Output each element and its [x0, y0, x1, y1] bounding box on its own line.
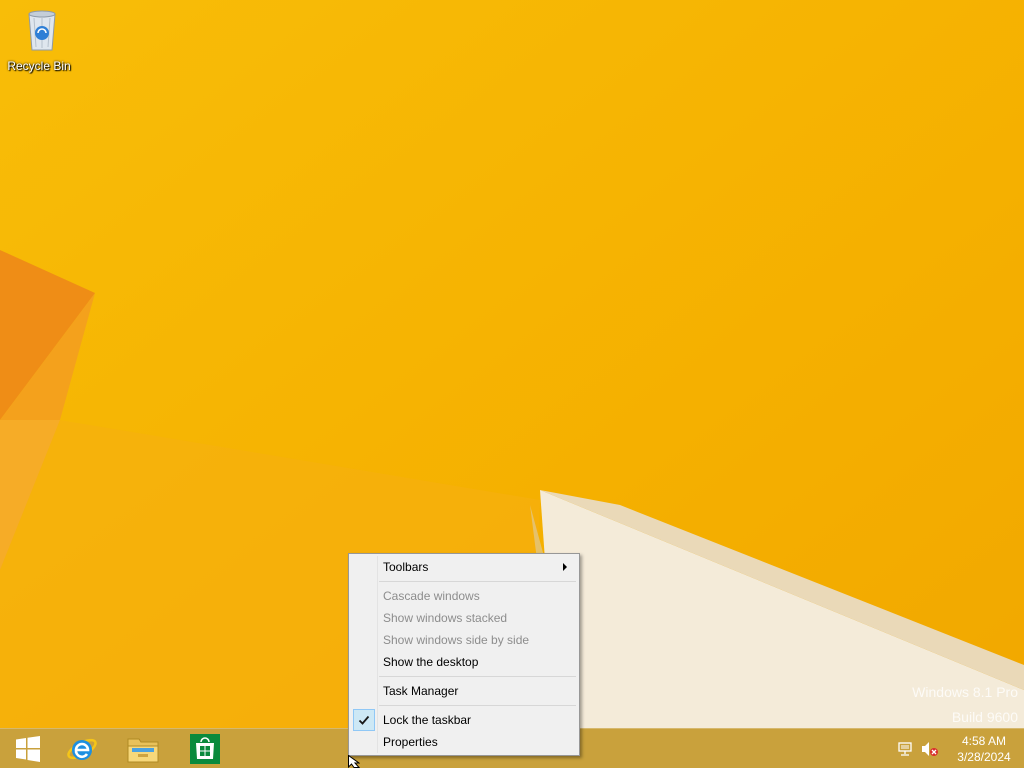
- menu-item-properties[interactable]: Properties: [351, 731, 577, 753]
- internet-explorer-icon: [67, 738, 97, 760]
- desktop-icon-label: Recycle Bin: [7, 59, 71, 73]
- menu-item-label: Lock the taskbar: [383, 713, 472, 727]
- network-icon: [898, 742, 912, 756]
- menu-item-label: Toolbars: [383, 560, 429, 574]
- mouse-cursor-icon: [348, 755, 360, 768]
- menu-item-label: Show the desktop: [383, 655, 479, 669]
- taskbar-clock[interactable]: 4:58 AM 3/28/2024: [944, 729, 1024, 768]
- menu-separator: [379, 581, 576, 582]
- store-icon: [190, 734, 220, 764]
- menu-item-show-windows-stacked[interactable]: Show windows stacked: [351, 607, 577, 629]
- recycle-bin-icon: [28, 10, 56, 51]
- desktop-icon-recycle-bin[interactable]: Recycle Bin: [4, 6, 74, 76]
- menu-item-toolbars[interactable]: Toolbars: [351, 556, 577, 578]
- checkmark-box: [353, 709, 375, 731]
- desktop[interactable]: Recycle Bin Windows 8.1 Pro Build 9600 4…: [0, 0, 1024, 768]
- checkmark-icon: [358, 715, 370, 725]
- menu-item-label: Show windows stacked: [383, 611, 508, 625]
- menu-item-label: Properties: [383, 735, 438, 749]
- clock-time: 4:58 AM: [961, 734, 1007, 748]
- menu-item-task-manager[interactable]: Task Manager: [351, 680, 577, 702]
- taskbar-file-explorer[interactable]: [115, 729, 171, 768]
- taskbar-store[interactable]: [177, 729, 233, 768]
- clock-date: 3/28/2024: [957, 750, 1011, 764]
- taskbar-context-menu: Toolbars Cascade windows Show windows st…: [348, 553, 580, 756]
- taskbar-internet-explorer[interactable]: [54, 729, 110, 768]
- menu-item-lock-the-taskbar[interactable]: Lock the taskbar: [351, 709, 577, 731]
- menu-item-label: Show windows side by side: [383, 633, 530, 647]
- menu-item-show-windows-side-by-side[interactable]: Show windows side by side: [351, 629, 577, 651]
- menu-item-show-the-desktop[interactable]: Show the desktop: [351, 651, 577, 673]
- tray-volume[interactable]: [920, 729, 940, 768]
- start-button[interactable]: [0, 729, 56, 768]
- tray-network[interactable]: [896, 729, 916, 768]
- watermark-build: Build 9600: [951, 709, 1018, 725]
- menu-separator: [379, 705, 576, 706]
- watermark-edition: Windows 8.1 Pro: [912, 684, 1018, 700]
- menu-item-label: Task Manager: [383, 684, 459, 698]
- menu-item-cascade-windows[interactable]: Cascade windows: [351, 585, 577, 607]
- windows-logo-icon: [16, 736, 40, 762]
- submenu-arrow-icon: [563, 563, 567, 571]
- menu-item-label: Cascade windows: [383, 589, 480, 603]
- volume-muted-icon: [922, 742, 938, 756]
- menu-separator: [379, 676, 576, 677]
- file-explorer-icon: [127, 738, 159, 763]
